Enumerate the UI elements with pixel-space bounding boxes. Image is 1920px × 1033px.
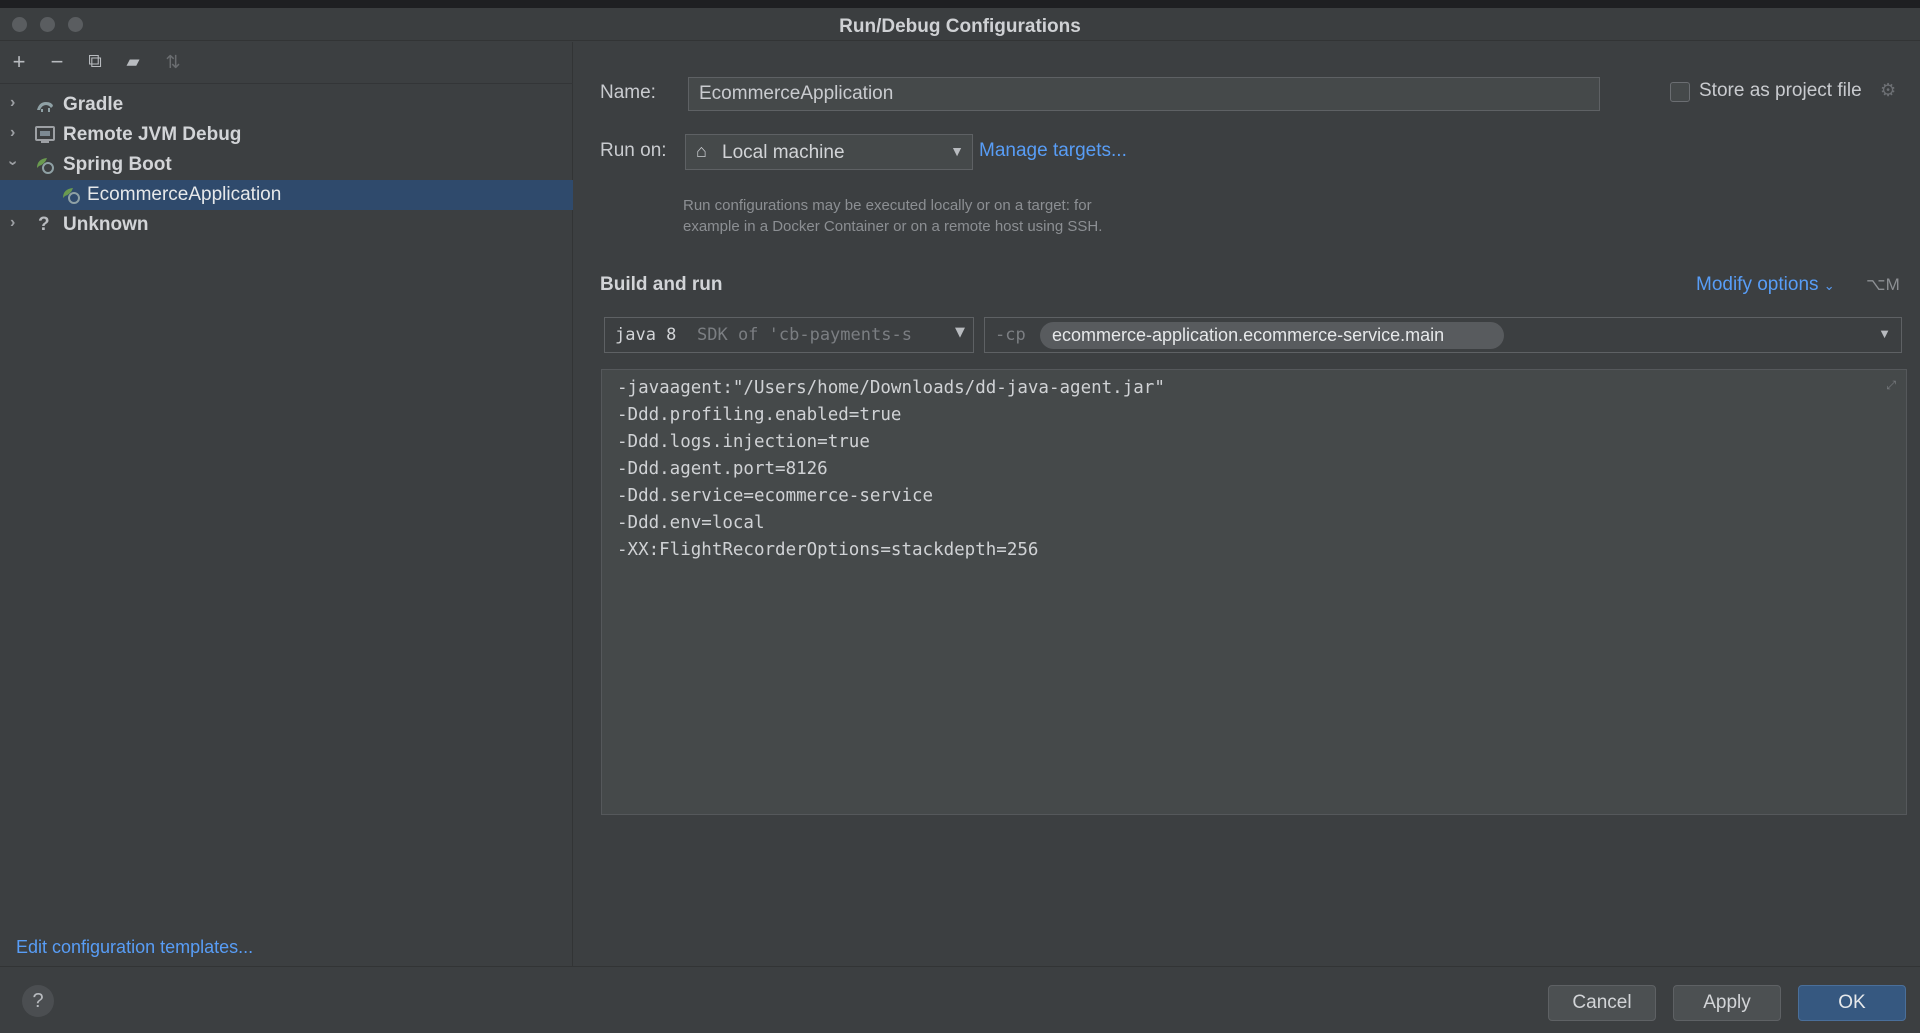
window-title: Run/Debug Configurations (839, 16, 1081, 37)
tree-item-label: Remote JVM Debug (63, 124, 242, 145)
tree-item-remote-jvm-debug[interactable]: › Remote JVM Debug (0, 120, 573, 150)
tree-item-gradle[interactable]: › Gradle (0, 90, 573, 120)
apply-button[interactable]: Apply (1673, 985, 1781, 1021)
vm-option-line: -Ddd.service=ecommerce-service (617, 486, 934, 506)
tree-item-unknown[interactable]: › ? Unknown (0, 210, 573, 240)
jdk-suffix: SDK of 'cb-payments-s (697, 325, 912, 345)
question-icon: ? (38, 214, 50, 235)
gear-icon[interactable]: ⚙ (1880, 80, 1896, 101)
manage-targets-link[interactable]: Manage targets... (979, 140, 1127, 162)
ok-button[interactable]: OK (1798, 985, 1906, 1021)
configuration-editor: Name: EcommerceApplication Store as proj… (574, 42, 1920, 966)
chevron-down-icon: ▼ (1878, 326, 1891, 341)
hint-line: Run configurations may be executed local… (683, 197, 1092, 214)
store-as-project-file-label: Store as project file (1699, 80, 1862, 101)
copy-icon[interactable]: ⧉ (84, 51, 106, 73)
add-icon[interactable]: + (8, 51, 30, 73)
vm-options-textarea[interactable]: -javaagent:"/Users/home/Downloads/dd-jav… (601, 369, 1907, 815)
vm-option-line: -Ddd.agent.port=8126 (617, 459, 828, 479)
chevron-down-icon: ▼ (955, 325, 965, 340)
home-icon: ⌂ (696, 141, 707, 161)
jdk-value: java 8 (615, 325, 677, 345)
tree-item-ecommerce-application[interactable]: EcommerceApplication (0, 180, 573, 210)
store-as-project-file-checkbox[interactable] (1670, 82, 1690, 102)
spring-boot-icon (63, 188, 80, 204)
name-field[interactable]: EcommerceApplication (688, 77, 1600, 111)
vm-option-line: -javaagent:"/Users/home/Downloads/dd-jav… (617, 378, 1165, 398)
remove-icon[interactable]: − (46, 51, 68, 73)
edit-configuration-templates-link[interactable]: Edit configuration templates... (16, 937, 253, 958)
title-bar: Run/Debug Configurations (0, 8, 1920, 41)
cancel-button[interactable]: Cancel (1548, 985, 1656, 1021)
chevron-down-icon: ⌄ (1823, 278, 1835, 293)
folder-icon[interactable]: ▰ (122, 51, 144, 73)
modify-options-link[interactable]: Modify options ⌄ (1696, 274, 1835, 296)
tree-item-label: Unknown (63, 214, 149, 235)
dialog-footer: ? Cancel Apply OK (0, 966, 1920, 1033)
build-and-run-heading: Build and run (600, 274, 723, 295)
chevron-right-icon[interactable]: › (10, 94, 15, 112)
sort-icon[interactable]: ⇅ (162, 51, 184, 73)
chevron-right-icon[interactable]: › (10, 214, 15, 232)
classpath-module-select[interactable]: -cp ecommerce-application.ecommerce-serv… (984, 317, 1902, 353)
remote-debug-icon (35, 126, 55, 143)
run-on-select[interactable]: ⌂ Local machine ▼ (685, 134, 973, 170)
vm-option-line: -Ddd.logs.injection=true (617, 432, 870, 452)
run-on-hint: Run configurations may be executed local… (683, 195, 1203, 237)
modify-options-shortcut: ⌥M (1866, 275, 1900, 294)
vm-option-line: -XX:FlightRecorderOptions=stackdepth=256 (617, 540, 1039, 560)
help-button[interactable]: ? (22, 985, 54, 1017)
module-chip: ecommerce-application.ecommerce-service.… (1040, 322, 1505, 349)
configurations-sidebar: + − ⧉ ▰ ⇅ › Gradle › Remote JVM Debug › (0, 42, 573, 966)
tree-item-label: Gradle (63, 94, 124, 115)
vm-option-line: -Ddd.profiling.enabled=true (617, 405, 902, 425)
hint-line: example in a Docker Container or on a re… (683, 218, 1103, 235)
sidebar-toolbar: + − ⧉ ▰ ⇅ (0, 42, 573, 84)
tree-item-label: Spring Boot (63, 154, 172, 175)
spring-boot-icon (37, 158, 54, 174)
tree-item-label: EcommerceApplication (87, 184, 282, 205)
jdk-select[interactable]: java 8 SDK of 'cb-payments-s ▼ (604, 317, 974, 353)
tree-item-spring-boot[interactable]: › Spring Boot (0, 150, 573, 180)
gradle-icon (37, 102, 53, 112)
run-debug-dialog: Run/Debug Configurations + − ⧉ ▰ ⇅ › Gra… (0, 8, 1920, 1033)
run-on-value: Local machine (722, 142, 845, 163)
cp-flag: -cp (995, 325, 1026, 345)
chevron-right-icon[interactable]: › (10, 124, 15, 142)
run-on-label: Run on: (600, 140, 667, 161)
chevron-down-icon[interactable]: › (4, 160, 22, 165)
expand-icon[interactable]: ⤢ (1886, 378, 1896, 393)
chevron-down-icon: ▼ (950, 143, 964, 159)
name-label: Name: (600, 82, 656, 103)
modify-options-label: Modify options (1696, 274, 1819, 295)
vm-option-line: -Ddd.env=local (617, 513, 765, 533)
